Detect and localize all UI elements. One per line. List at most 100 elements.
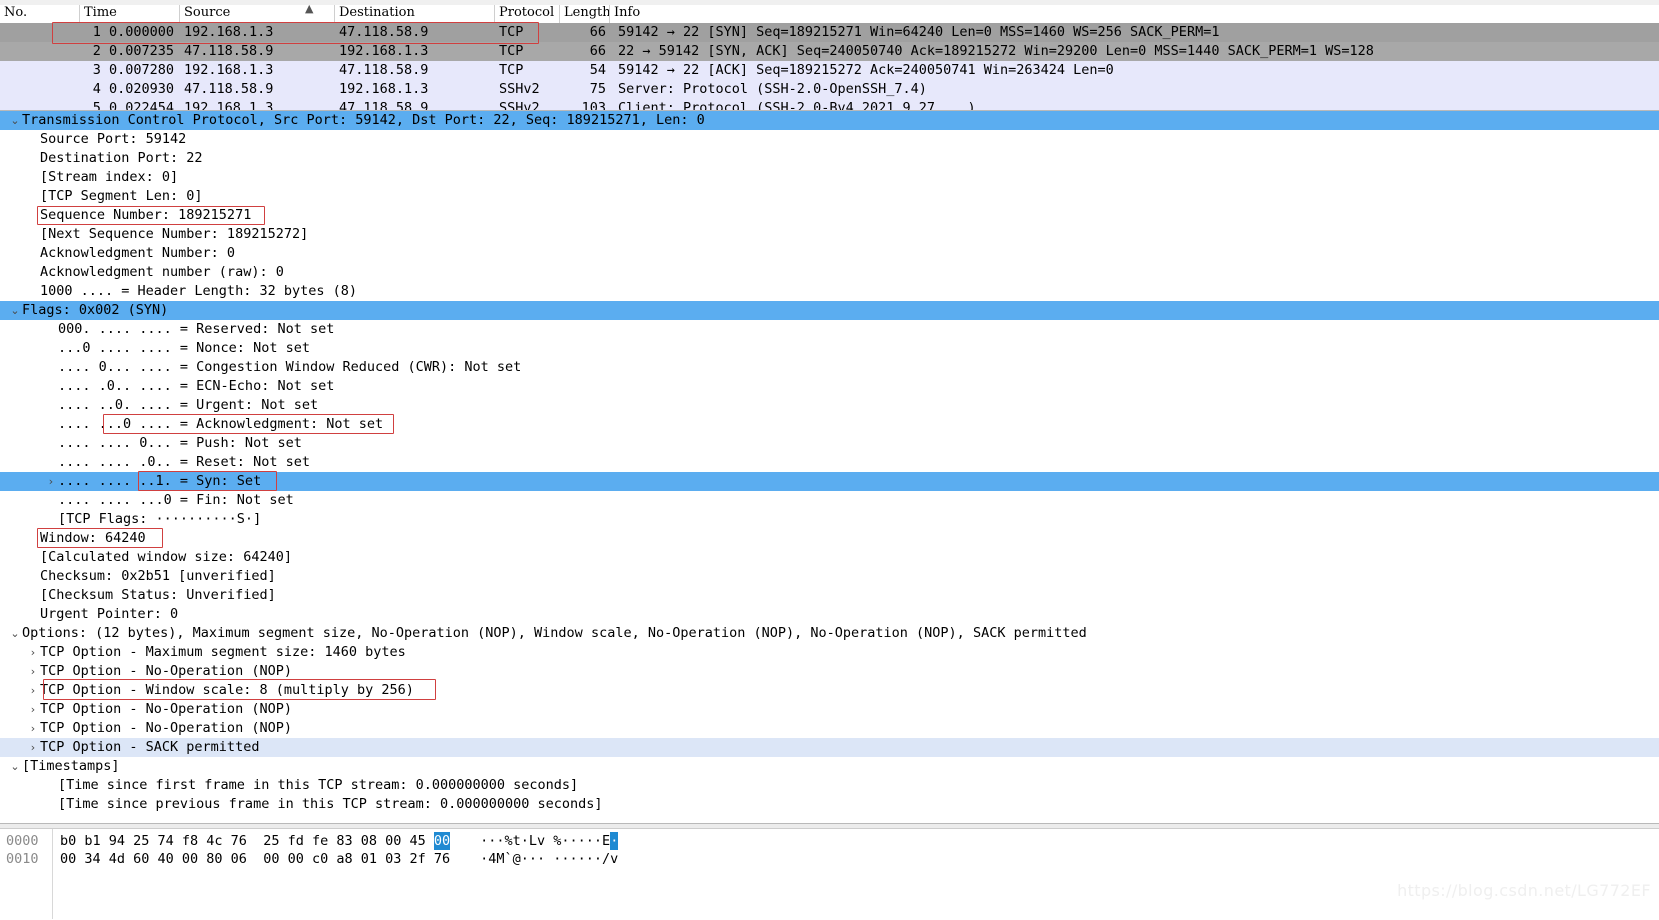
chevron-right-icon[interactable]: › — [26, 719, 40, 738]
sort-ascending-icon: ▲ — [305, 2, 314, 15]
protocol-tree-row[interactable]: .... .0.. .... = ECN-Echo: Not set — [0, 377, 1659, 396]
hex-bytes: b0 b1 94 25 74 f8 4c 76 25 fd fe 83 08 0… — [60, 833, 434, 849]
cell-info: Client: Protocol (SSH-2.0-Bv4 2021 9 27 … — [618, 100, 976, 110]
protocol-tree-row[interactable]: › TCP Option - No-Operation (NOP) — [0, 700, 1659, 719]
packet-list-row[interactable]: 3 0.007280 192.168.1.3 47.118.58.9 TCP 54 591… — [0, 61, 1659, 80]
cell-no: 2 0.007235 — [92, 43, 174, 59]
protocol-tree-row[interactable]: ›.... .... ..1. = Syn: Set — [0, 472, 1659, 491]
protocol-tree-row[interactable]: .... ...0 .... = Acknowledgment: Not set — [0, 415, 1659, 434]
chevron-right-icon[interactable]: › — [26, 662, 40, 681]
protocol-tree-row[interactable]: Urgent Pointer: 0 — [0, 605, 1659, 624]
protocol-tree-row[interactable]: ...0 .... .... = Nonce: Not set — [0, 339, 1659, 358]
packet-list-row[interactable]: 5 0.022454 192.168.1.3 47.118.58.9 SSHv2 103… — [0, 99, 1659, 110]
protocol-tree-row[interactable]: Sequence Number: 189215271 — [0, 206, 1659, 225]
protocol-tree-row[interactable]: Source Port: 59142 — [0, 130, 1659, 149]
protocol-tree-row-label: Acknowledgment number (raw): 0 — [40, 264, 284, 280]
protocol-tree-row[interactable]: 000. .... .... = Reserved: Not set — [0, 320, 1659, 339]
hex-dump-row[interactable]: 0000 b0 b1 94 25 74 f8 4c 76 25 fd fe 83 … — [0, 832, 1659, 850]
hex-dump-rows[interactable]: 0000 b0 b1 94 25 74 f8 4c 76 25 fd fe 83 … — [0, 832, 1659, 868]
protocol-tree-row[interactable]: .... .... .0.. = Reset: Not set — [0, 453, 1659, 472]
column-header-destination[interactable]: Destination — [335, 5, 495, 23]
packet-list-column-header[interactable]: No. Time Source Destination Protocol Len… — [0, 2, 1659, 24]
column-header-no[interactable]: No. — [0, 5, 80, 23]
protocol-tree-row[interactable]: .... .... ...0 = Fin: Not set — [0, 491, 1659, 510]
cell-destination: 47.118.58.9 — [339, 62, 429, 78]
packet-list-row[interactable]: 4 0.020930 47.118.58.9 192.168.1.3 SSHv2 75 S… — [0, 80, 1659, 99]
cell-protocol: TCP — [499, 62, 524, 78]
cell-protocol: TCP — [499, 43, 524, 59]
protocol-tree-row[interactable]: [TCP Flags: ··········S·] — [0, 510, 1659, 529]
chevron-down-icon[interactable]: ⌄ — [8, 624, 22, 643]
protocol-tree-row-label: ...0 .... .... = Nonce: Not set — [58, 340, 310, 356]
cell-protocol: SSHv2 — [499, 81, 540, 97]
ascii-bytes-selected[interactable]: · — [610, 832, 619, 850]
protocol-tree-row-label: .... ..0. .... = Urgent: Not set — [58, 397, 319, 413]
protocol-tree-row-label: TCP Option - No-Operation (NOP) — [40, 663, 292, 679]
protocol-tree-row-label: [Calculated window size: 64240] — [40, 549, 292, 565]
watermark-text: https://blog.csdn.net/LG772EF — [1397, 881, 1651, 900]
protocol-tree-row[interactable]: [TCP Segment Len: 0] — [0, 187, 1659, 206]
hex-dump-row[interactable]: 0010 00 34 4d 60 40 00 80 06 00 00 c0 a8 … — [0, 850, 1659, 868]
protocol-tree-row[interactable]: › TCP Option - Maximum segment size: 1460… — [0, 643, 1659, 662]
protocol-tree-row-label: [Timestamps] — [22, 758, 120, 774]
cell-protocol: TCP — [499, 24, 524, 40]
protocol-tree-row-label: 000. .... .... = Reserved: Not set — [58, 321, 335, 337]
chevron-right-icon[interactable]: › — [26, 681, 40, 700]
protocol-tree-row[interactable]: Destination Port: 22 — [0, 149, 1659, 168]
protocol-tree-row[interactable]: › TCP Option - Window scale: 8 (multiply … — [0, 681, 1659, 700]
protocol-tree-row-label: .... .... 0... = Push: Not set — [58, 435, 302, 451]
hex-bytes-selected[interactable]: 00 — [433, 832, 451, 850]
protocol-tree-row[interactable]: [Calculated window size: 64240] — [0, 548, 1659, 567]
protocol-tree-row[interactable]: [Next Sequence Number: 189215272] — [0, 225, 1659, 244]
chevron-right-icon[interactable]: › — [44, 472, 58, 491]
column-header-protocol[interactable]: Protocol — [495, 5, 560, 23]
protocol-tree[interactable]: ⌄ Transmission Control Protocol, Src Port… — [0, 111, 1659, 814]
column-header-info[interactable]: Info — [610, 5, 1659, 23]
column-header-length[interactable]: Length — [560, 5, 610, 23]
protocol-tree-row[interactable]: › TCP Option - SACK permitted — [0, 738, 1659, 757]
protocol-tree-row[interactable]: ⌄ Flags: 0x002 (SYN) — [0, 301, 1659, 320]
protocol-tree-row[interactable]: Acknowledgment number (raw): 0 — [0, 263, 1659, 282]
protocol-tree-row[interactable]: .... ..0. .... = Urgent: Not set — [0, 396, 1659, 415]
protocol-tree-row[interactable]: › TCP Option - No-Operation (NOP) — [0, 662, 1659, 681]
packet-bytes-pane[interactable]: 0000 b0 b1 94 25 74 f8 4c 76 25 fd fe 83 … — [0, 823, 1659, 920]
protocol-tree-row[interactable]: [Time since previous frame in this TCP s… — [0, 795, 1659, 814]
protocol-tree-row[interactable]: Acknowledgment Number: 0 — [0, 244, 1659, 263]
chevron-right-icon[interactable]: › — [26, 700, 40, 719]
chevron-down-icon[interactable]: ⌄ — [8, 111, 22, 130]
cell-info: 59142 → 22 [SYN] Seq=189215271 Win=64240… — [618, 24, 1220, 40]
packet-list-row[interactable]: 2 0.007235 47.118.58.9 192.168.1.3 TCP 66 22 … — [0, 42, 1659, 61]
protocol-tree-row[interactable]: ⌄ [Timestamps] — [0, 757, 1659, 776]
chevron-right-icon[interactable]: › — [26, 643, 40, 662]
protocol-tree-row[interactable]: › TCP Option - No-Operation (NOP) — [0, 719, 1659, 738]
protocol-tree-row[interactable]: Checksum: 0x2b51 [unverified] — [0, 567, 1659, 586]
cell-no: 4 0.020930 — [92, 81, 174, 97]
cell-length: 75 — [589, 81, 606, 97]
protocol-tree-row[interactable]: [Checksum Status: Unverified] — [0, 586, 1659, 605]
packet-list-row[interactable]: 1 0.000000 192.168.1.3 47.118.58.9 TCP 66 591… — [0, 23, 1659, 42]
protocol-tree-row-label: .... 0... .... = Congestion Window Reduc… — [58, 359, 522, 375]
packet-details-pane[interactable]: ⌄ Transmission Control Protocol, Src Port… — [0, 110, 1659, 824]
chevron-down-icon[interactable]: ⌄ — [8, 301, 22, 320]
protocol-tree-row[interactable]: 1000 .... = Header Length: 32 bytes (8) — [0, 282, 1659, 301]
cell-source: 192.168.1.3 — [184, 24, 274, 40]
chevron-right-icon[interactable]: › — [26, 738, 40, 757]
column-header-time-label: Time — [84, 5, 117, 20]
column-header-no-label: No. — [4, 5, 28, 20]
protocol-tree-row[interactable]: ⌄ Options: (12 bytes), Maximum segment si… — [0, 624, 1659, 643]
cell-no: 3 0.007280 — [92, 62, 174, 78]
protocol-tree-row[interactable]: ⌄ Transmission Control Protocol, Src Port… — [0, 111, 1659, 130]
protocol-tree-row[interactable]: [Stream index: 0] — [0, 168, 1659, 187]
chevron-down-icon[interactable]: ⌄ — [8, 757, 22, 776]
protocol-tree-row[interactable]: Window: 64240 — [0, 529, 1659, 548]
packet-list-pane[interactable]: No. Time Source Destination Protocol Len… — [0, 0, 1659, 110]
protocol-tree-row-label: .... .... .0.. = Reset: Not set — [58, 454, 310, 470]
protocol-tree-row[interactable]: [Time since first frame in this TCP stre… — [0, 776, 1659, 795]
protocol-tree-row-label: .... .... ...0 = Fin: Not set — [58, 492, 294, 508]
protocol-tree-row[interactable]: .... .... 0... = Push: Not set — [0, 434, 1659, 453]
protocol-tree-row-label: .... ...0 .... = Acknowledgment: Not set — [58, 416, 384, 432]
packet-list-rows[interactable]: 1 0.000000 192.168.1.3 47.118.58.9 TCP 66 591… — [0, 23, 1659, 110]
cell-length: 103 — [581, 100, 606, 110]
protocol-tree-row[interactable]: .... 0... .... = Congestion Window Reduc… — [0, 358, 1659, 377]
column-header-time[interactable]: Time — [80, 5, 180, 23]
